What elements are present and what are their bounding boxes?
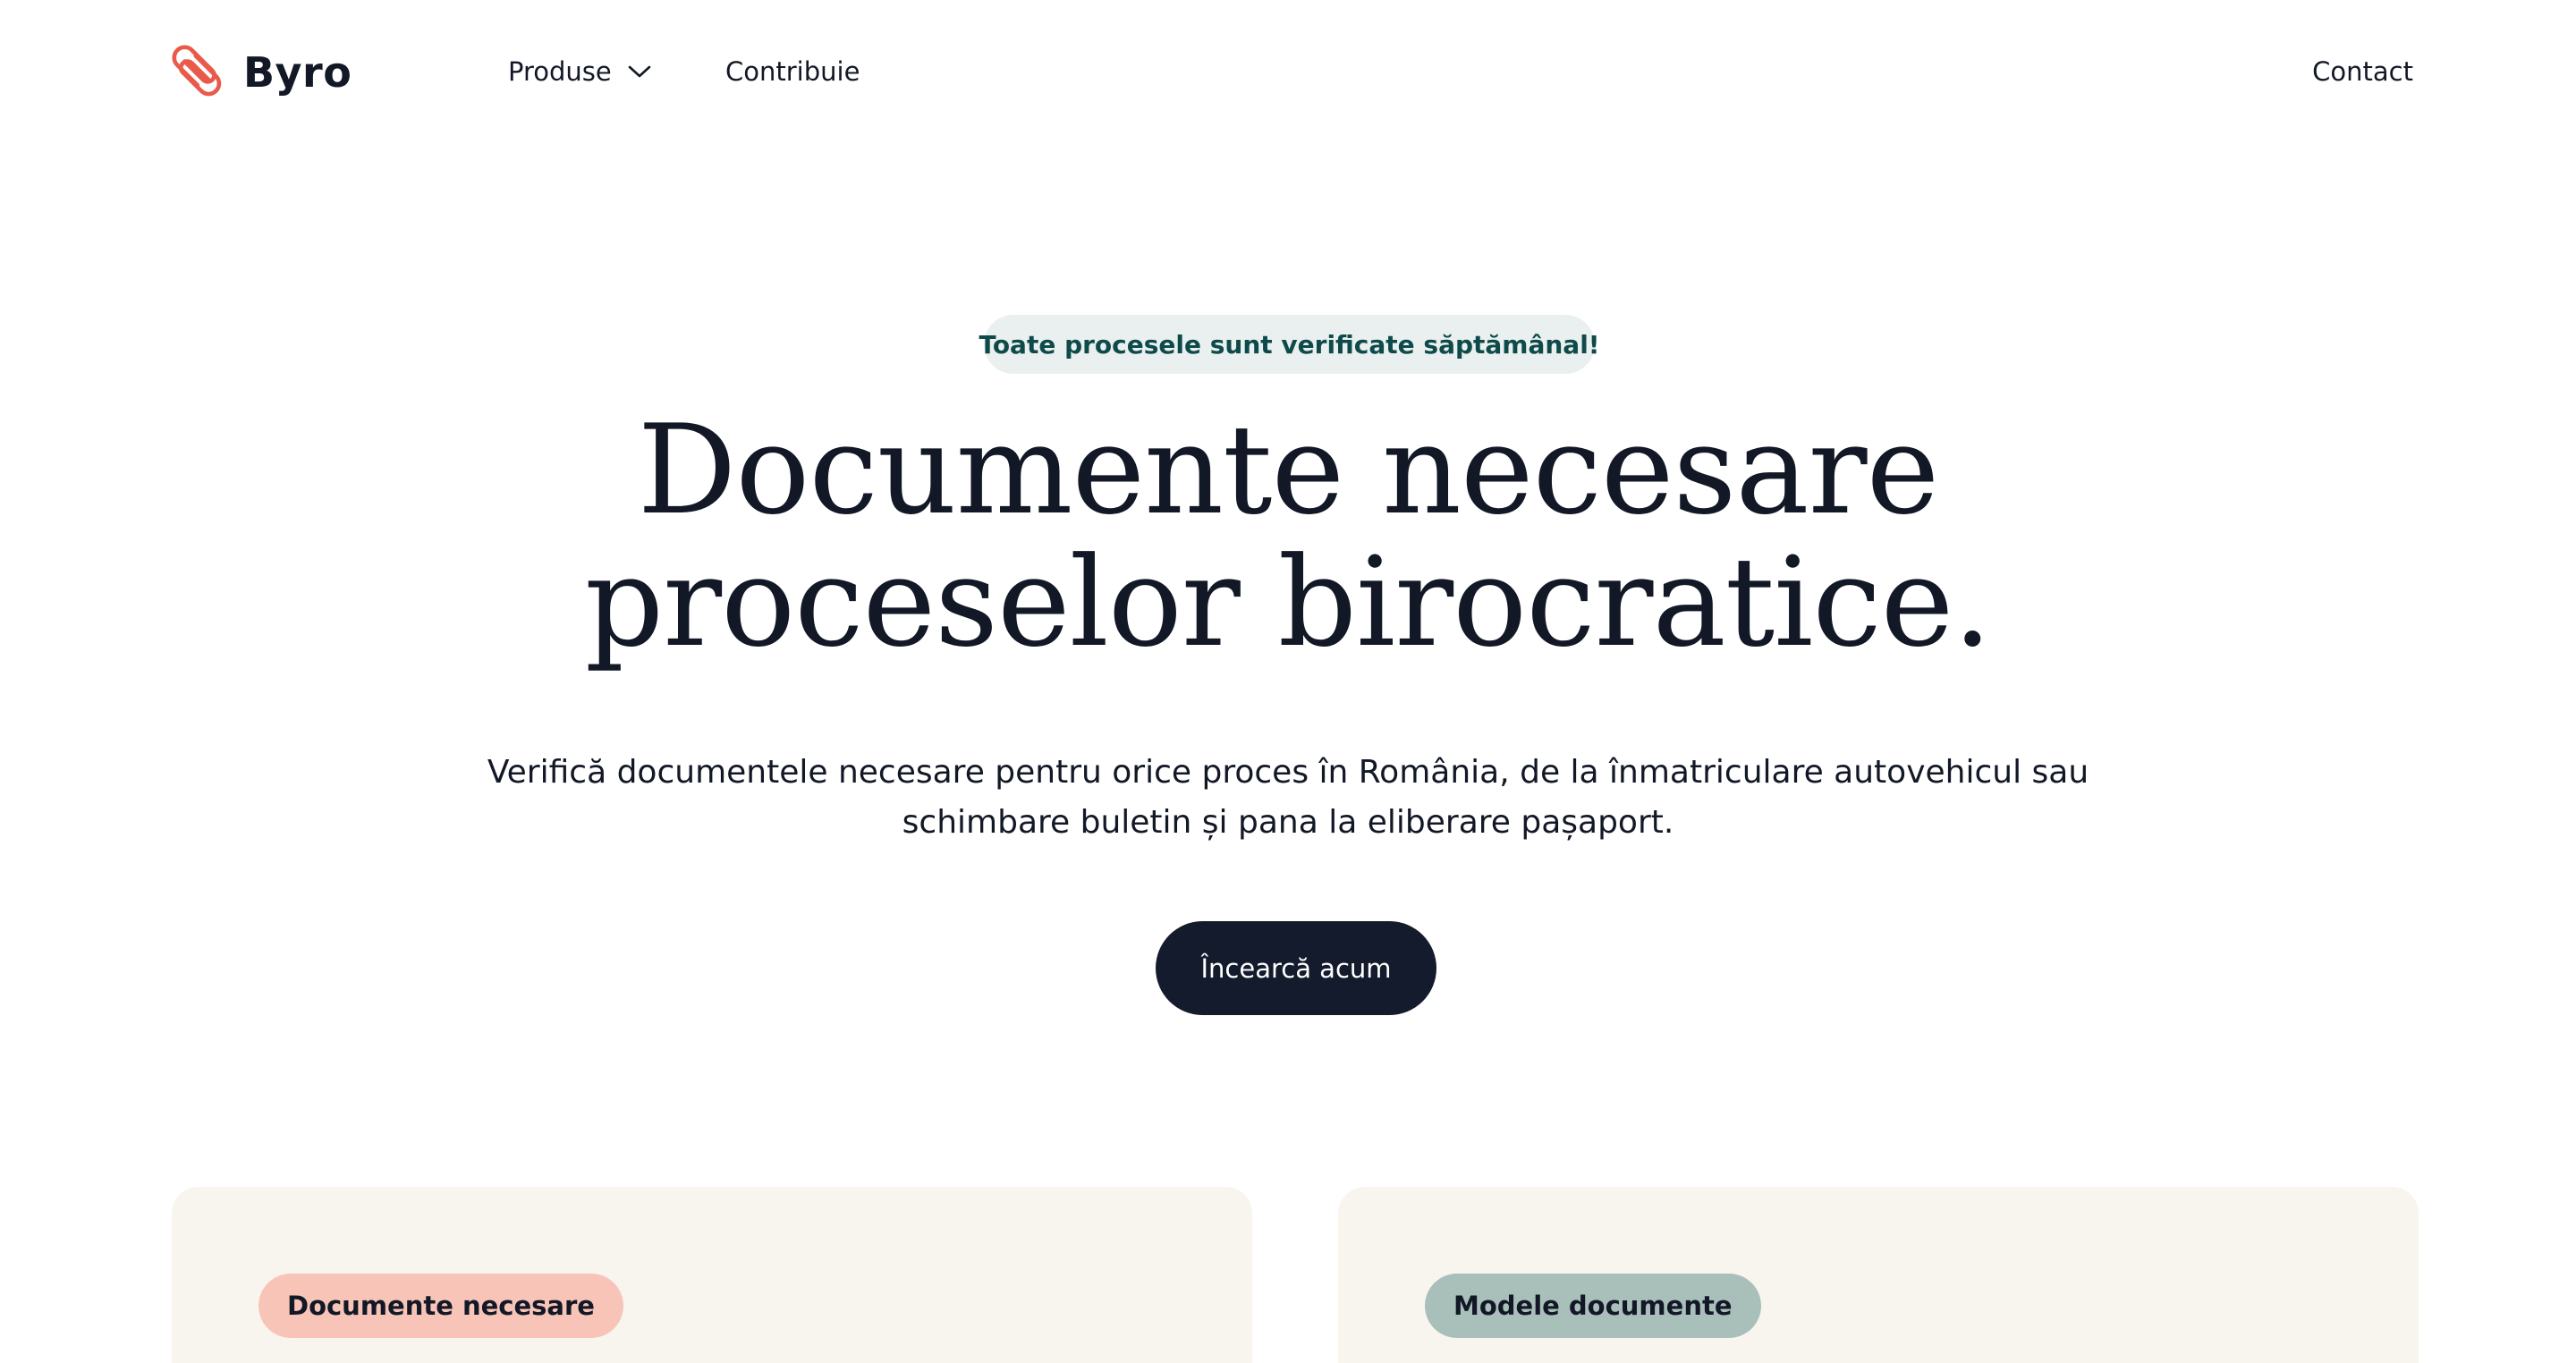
nav-produse-dropdown[interactable]: Produse [508,55,651,88]
card-documente-necesare[interactable]: Documente necesare [172,1187,1252,1363]
nav-produse-label: Produse [508,56,612,87]
site-header: Byro Produse Contribuie Contact [0,0,2576,143]
hero-title-line-1: Documente necesare [637,398,1940,542]
hero-subtitle-line-2: schimbare buletin și pana la eliberare p… [902,804,1674,841]
hero-subtitle-line-1: Verifică documentele necesare pentru ori… [487,754,2089,791]
logo-text: Byro [243,48,352,97]
card-modele-documente[interactable]: Modele documente [1338,1187,2419,1363]
paperclip-logo-icon [172,45,222,97]
hero-title-line-2: proceselor birocratice. [584,530,1992,674]
try-now-button[interactable]: Încearcă acum [1156,921,1436,1015]
logo-link[interactable]: Byro [172,41,352,104]
verified-weekly-badge: Toate procesele sunt verificate săptămân… [979,315,1600,374]
hero-subtitle: Verifică documentele necesare pentru ori… [0,748,2576,848]
card-pill-modele-documente: Modele documente [1425,1274,1761,1338]
nav-contribuie-link[interactable]: Contribuie [725,55,860,88]
page: Byro Produse Contribuie Contact Toate pr… [0,0,2576,1363]
chevron-down-icon [628,65,651,78]
card-pill-documente-necesare: Documente necesare [258,1274,623,1338]
nav-contact-link[interactable]: Contact [2312,55,2413,88]
hero-title: Documente necesare proceselor birocratic… [0,404,2576,669]
